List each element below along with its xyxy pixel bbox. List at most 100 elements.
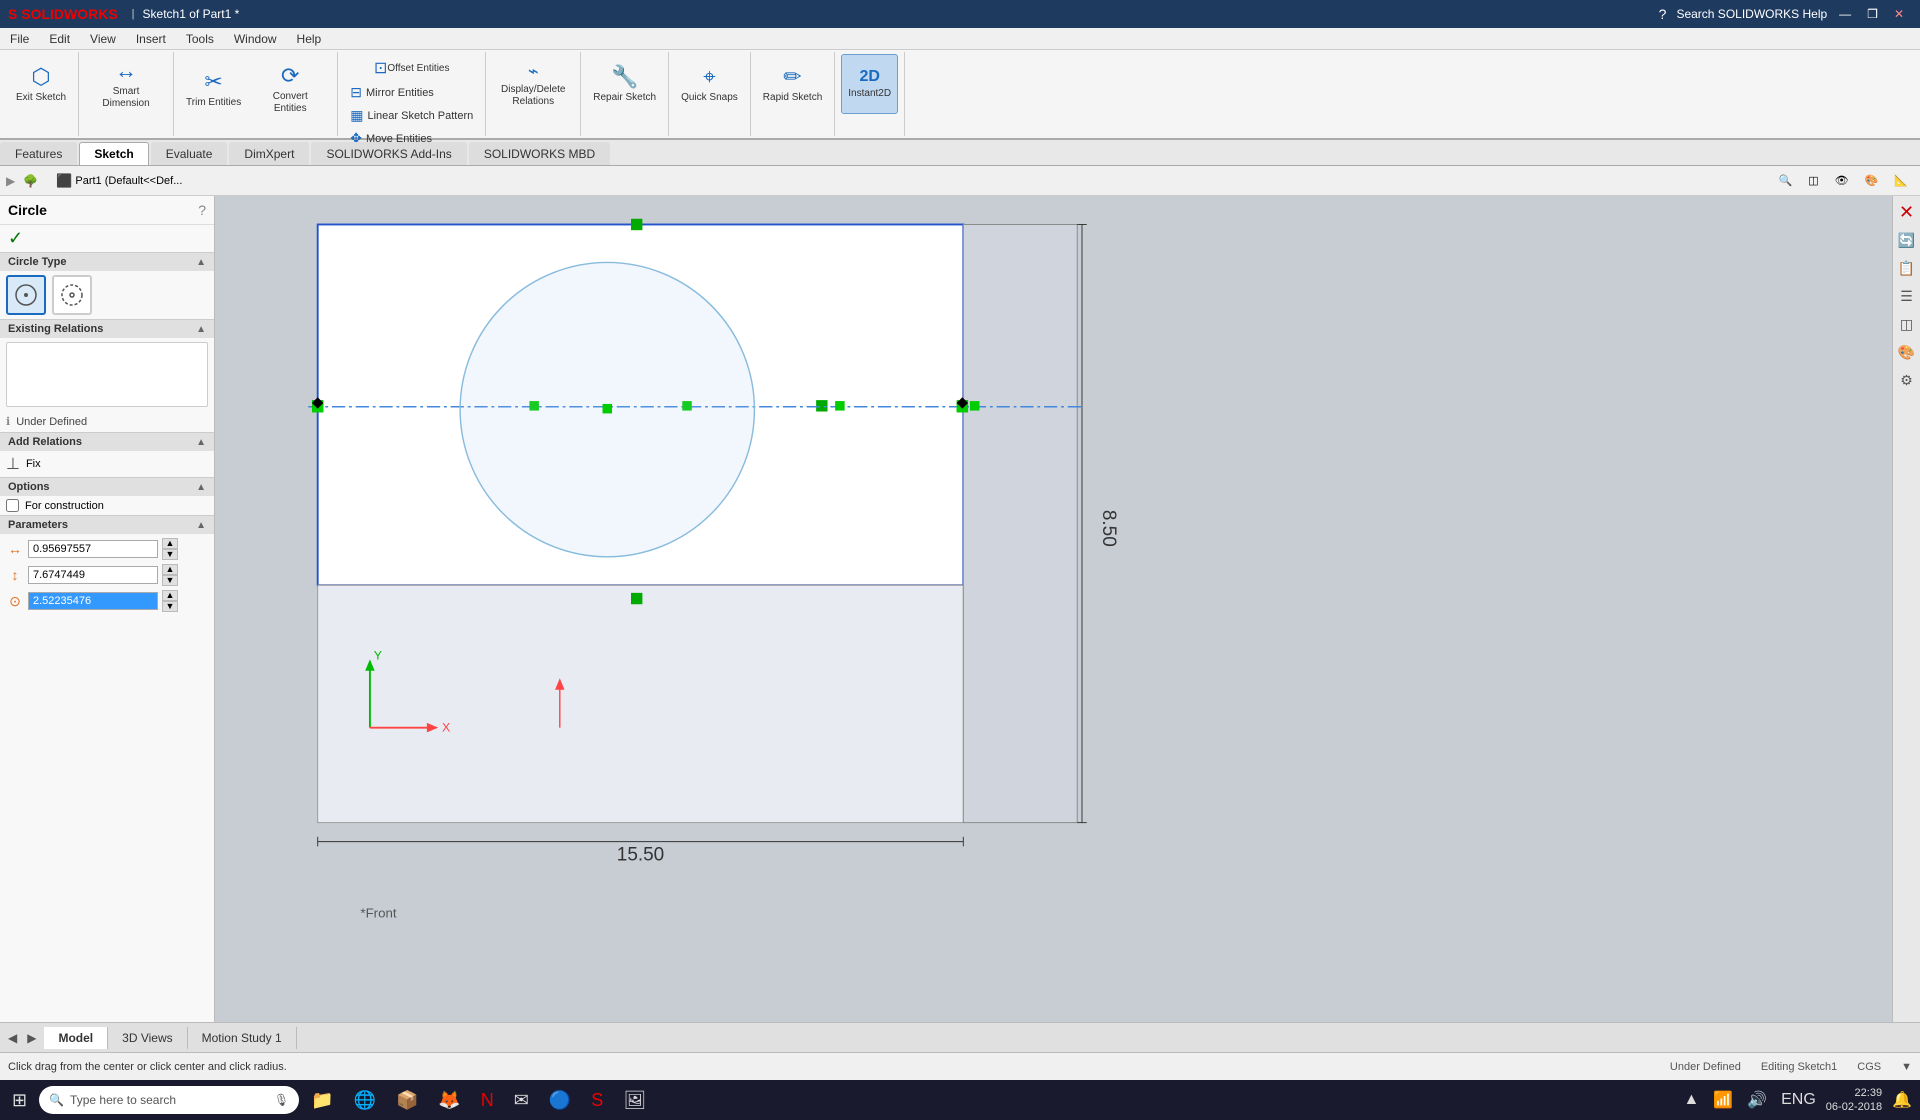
taskbar-netflix[interactable]: N [473, 1082, 502, 1118]
taskbar-clock[interactable]: 22:39 06-02-2018 [1826, 1086, 1882, 1115]
taskbar-solidworks[interactable]: S [583, 1082, 611, 1118]
rapid-sketch-btn[interactable]: ✏ Rapid Sketch [757, 54, 828, 114]
existing-relations-box [6, 342, 208, 407]
circle-center-radius-btn[interactable] [6, 275, 46, 315]
options-header[interactable]: Options ▲ [0, 477, 214, 496]
restore-btn[interactable]: ❒ [1859, 7, 1886, 21]
status-units: CGS [1857, 1061, 1881, 1073]
menu-file[interactable]: File [0, 30, 39, 48]
right-panel-btn1[interactable]: ✕ [1895, 200, 1919, 224]
taskbar-store[interactable]: 📦 [388, 1082, 426, 1118]
taskbar-search-label: Type here to search [70, 1093, 176, 1107]
start-btn[interactable]: ⊞ [4, 1082, 35, 1118]
trim-entities-btn[interactable]: ✂ Trim Entities [180, 54, 247, 124]
linear-pattern-label: Linear Sketch Pattern [367, 110, 473, 122]
rapid-sketch-icon: ✏ [783, 64, 801, 90]
taskbar-language[interactable]: ENG [1777, 1087, 1820, 1113]
taskbar-file-explorer[interactable]: 📁 [303, 1082, 341, 1118]
menu-edit[interactable]: Edit [39, 30, 80, 48]
taskbar-network-icon[interactable]: 📶 [1709, 1086, 1737, 1114]
param-y-input[interactable] [28, 566, 158, 584]
fix-relation-icon: ⊥ [6, 454, 20, 474]
canvas-area[interactable]: 15.50 8.50 Y X *Front [215, 196, 1892, 1022]
hide-show-btn[interactable]: 👁 [1829, 172, 1855, 189]
instant2d-btn[interactable]: 2D Instant2D [841, 54, 898, 114]
param-x-input[interactable] [28, 540, 158, 558]
status-editing: Editing Sketch1 [1761, 1061, 1837, 1073]
menu-insert[interactable]: Insert [126, 30, 176, 48]
tab-motion-study[interactable]: Motion Study 1 [188, 1027, 297, 1049]
accept-btn[interactable]: ✓ [8, 228, 23, 248]
param-x-down[interactable]: ▼ [162, 549, 178, 560]
panel-help-btn[interactable]: ? [198, 202, 206, 218]
taskbar-firefox[interactable]: 🦊 [430, 1082, 468, 1118]
quick-snaps-label: Quick Snaps [681, 92, 738, 104]
display-delete-relations-btn[interactable]: ⌁ Display/Delete Relations [492, 54, 574, 114]
circle-perimeter-btn[interactable] [52, 275, 92, 315]
taskbar-notification[interactable]: 🔔 [1888, 1086, 1916, 1114]
taskbar-photos[interactable]: 🖼 [615, 1082, 654, 1118]
menu-help[interactable]: Help [287, 30, 332, 48]
nav-right-btn[interactable]: ▶ [23, 1029, 40, 1047]
add-relations-header[interactable]: Add Relations ▲ [0, 432, 214, 451]
taskbar-edge[interactable]: 🌐 [346, 1082, 384, 1118]
fix-relation-item[interactable]: ⊥ Fix [0, 451, 214, 477]
right-panel-btn6[interactable]: 🎨 [1895, 340, 1919, 364]
right-panel-btn4[interactable]: ☰ [1895, 284, 1919, 308]
tab-evaluate[interactable]: Evaluate [151, 142, 228, 165]
tab-dimxpert[interactable]: DimXpert [229, 142, 309, 165]
view-display-btn[interactable]: ◫ [1802, 172, 1824, 189]
parameters-header[interactable]: Parameters ▲ [0, 515, 214, 534]
param-y-row: ↕ ▲ ▼ [6, 564, 208, 586]
right-panel-btn7[interactable]: ⚙ [1895, 368, 1919, 392]
taskbar-up-arrow[interactable]: ▲ [1679, 1087, 1703, 1113]
minimize-btn[interactable]: — [1831, 7, 1859, 21]
menu-view[interactable]: View [80, 30, 126, 48]
edit-appearance-btn[interactable]: 🎨 [1859, 172, 1885, 189]
right-panel-btn3[interactable]: 📋 [1895, 256, 1919, 280]
param-x-up[interactable]: ▲ [162, 538, 178, 549]
tab-mbd[interactable]: SOLIDWORKS MBD [469, 142, 610, 165]
linear-pattern-btn[interactable]: ▦ Linear Sketch Pattern [344, 105, 479, 126]
part-tree-item[interactable]: ⬛ Part1 (Default<<Def... [50, 171, 188, 191]
under-defined-label: Under Defined [16, 416, 87, 428]
solidworks-logo: S SOLIDWORKS [8, 6, 118, 22]
taskbar-volume-icon[interactable]: 🔊 [1743, 1086, 1771, 1114]
menu-window[interactable]: Window [224, 30, 287, 48]
tab-model[interactable]: Model [44, 1027, 108, 1049]
exit-sketch-btn[interactable]: ⬡ Exit Sketch [10, 54, 72, 114]
close-btn[interactable]: ✕ [1886, 7, 1912, 21]
taskbar-mail[interactable]: ✉ [506, 1082, 537, 1118]
section-view-btn[interactable]: 📐 [1888, 172, 1914, 189]
mirror-entities-btn[interactable]: ⊟ Mirror Entities [344, 82, 479, 103]
circle-type-header[interactable]: Circle Type ▲ [0, 252, 214, 271]
param-r-up[interactable]: ▲ [162, 590, 178, 601]
help-icon[interactable]: ? [1653, 6, 1673, 22]
tab-3d-views[interactable]: 3D Views [108, 1027, 187, 1049]
quick-snaps-btn[interactable]: ⌖ Quick Snaps [675, 54, 744, 114]
tree-expand-icon[interactable]: ▶ [6, 174, 15, 188]
tab-addins[interactable]: SOLIDWORKS Add-Ins [311, 142, 466, 165]
tab-features[interactable]: Features [0, 142, 77, 165]
title-bar: S SOLIDWORKS | Sketch1 of Part1 * ? Sear… [0, 0, 1920, 28]
convert-entities-btn[interactable]: ⟳ Convert Entities [249, 54, 331, 124]
right-panel-btn5[interactable]: ◫ [1895, 312, 1919, 336]
ribbon-group-snaps: ⌖ Quick Snaps [669, 52, 751, 136]
existing-relations-header[interactable]: Existing Relations ▲ [0, 319, 214, 338]
param-r-input[interactable] [28, 592, 158, 610]
param-y-down[interactable]: ▼ [162, 575, 178, 586]
taskbar-chrome[interactable]: 🔵 [541, 1082, 579, 1118]
param-r-down[interactable]: ▼ [162, 601, 178, 612]
smart-dimension-btn[interactable]: ↔ Smart Dimension [85, 54, 167, 114]
search-solidworks-help[interactable]: Search SOLIDWORKS Help [1672, 7, 1831, 21]
nav-left-btn[interactable]: ◀ [4, 1029, 21, 1047]
taskbar-search[interactable]: 🔍 Type here to search 🎙 [39, 1086, 299, 1114]
repair-sketch-btn[interactable]: 🔧 Repair Sketch [587, 54, 662, 114]
right-panel-btn2[interactable]: 🔄 [1895, 228, 1919, 252]
view-orientation-btn[interactable]: 🔍 [1773, 172, 1799, 189]
menu-tools[interactable]: Tools [176, 30, 224, 48]
offset-entities-btn[interactable]: ⊡ Offset Entities [368, 54, 455, 82]
for-construction-checkbox[interactable] [6, 499, 19, 512]
tab-sketch[interactable]: Sketch [79, 142, 148, 165]
param-y-up[interactable]: ▲ [162, 564, 178, 575]
